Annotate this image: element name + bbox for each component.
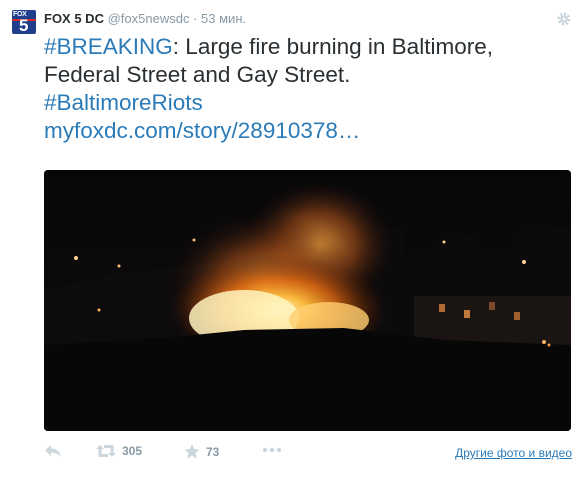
tweet-actions: 305 73 Другие фото и видео — [44, 444, 574, 464]
reply-button[interactable] — [44, 444, 62, 458]
tweet-card: FOX 5 FOX 5 DC @fox5newsdc · 53 мин. #BR… — [0, 0, 587, 481]
reply-icon — [45, 445, 61, 457]
tweet-header: FOX 5 DC @fox5newsdc · 53 мин. — [44, 11, 246, 26]
favorite-button[interactable]: 73 — [184, 444, 219, 459]
star-icon — [184, 444, 200, 459]
retweet-icon — [96, 445, 116, 457]
tweet-photo[interactable] — [44, 170, 571, 431]
tweet-text: #BREAKING: Large fire burning in Baltimo… — [44, 33, 574, 145]
avatar[interactable]: FOX 5 — [12, 10, 36, 34]
retweet-count: 305 — [122, 444, 143, 458]
more-button[interactable] — [262, 447, 282, 453]
header-separator: · — [193, 11, 198, 26]
more-icon — [262, 447, 282, 453]
author-name[interactable]: FOX 5 DC — [44, 11, 104, 26]
favorite-count: 73 — [206, 444, 220, 459]
more-photos-link[interactable]: Другие фото и видео — [455, 446, 572, 460]
retweet-button[interactable]: 305 — [96, 444, 142, 458]
story-link[interactable]: myfoxdc.com/story/28910378… — [44, 118, 360, 143]
hashtag-breaking[interactable]: #BREAKING — [44, 34, 173, 59]
fire-photo-image — [44, 170, 571, 431]
hashtag-baltimore-riots[interactable]: #BaltimoreRiots — [44, 90, 203, 115]
gear-icon[interactable] — [557, 12, 571, 26]
author-handle[interactable]: @fox5newsdc — [108, 11, 190, 26]
avatar-logo-number: 5 — [19, 16, 29, 34]
tweet-timestamp[interactable]: 53 мин. — [201, 11, 246, 26]
